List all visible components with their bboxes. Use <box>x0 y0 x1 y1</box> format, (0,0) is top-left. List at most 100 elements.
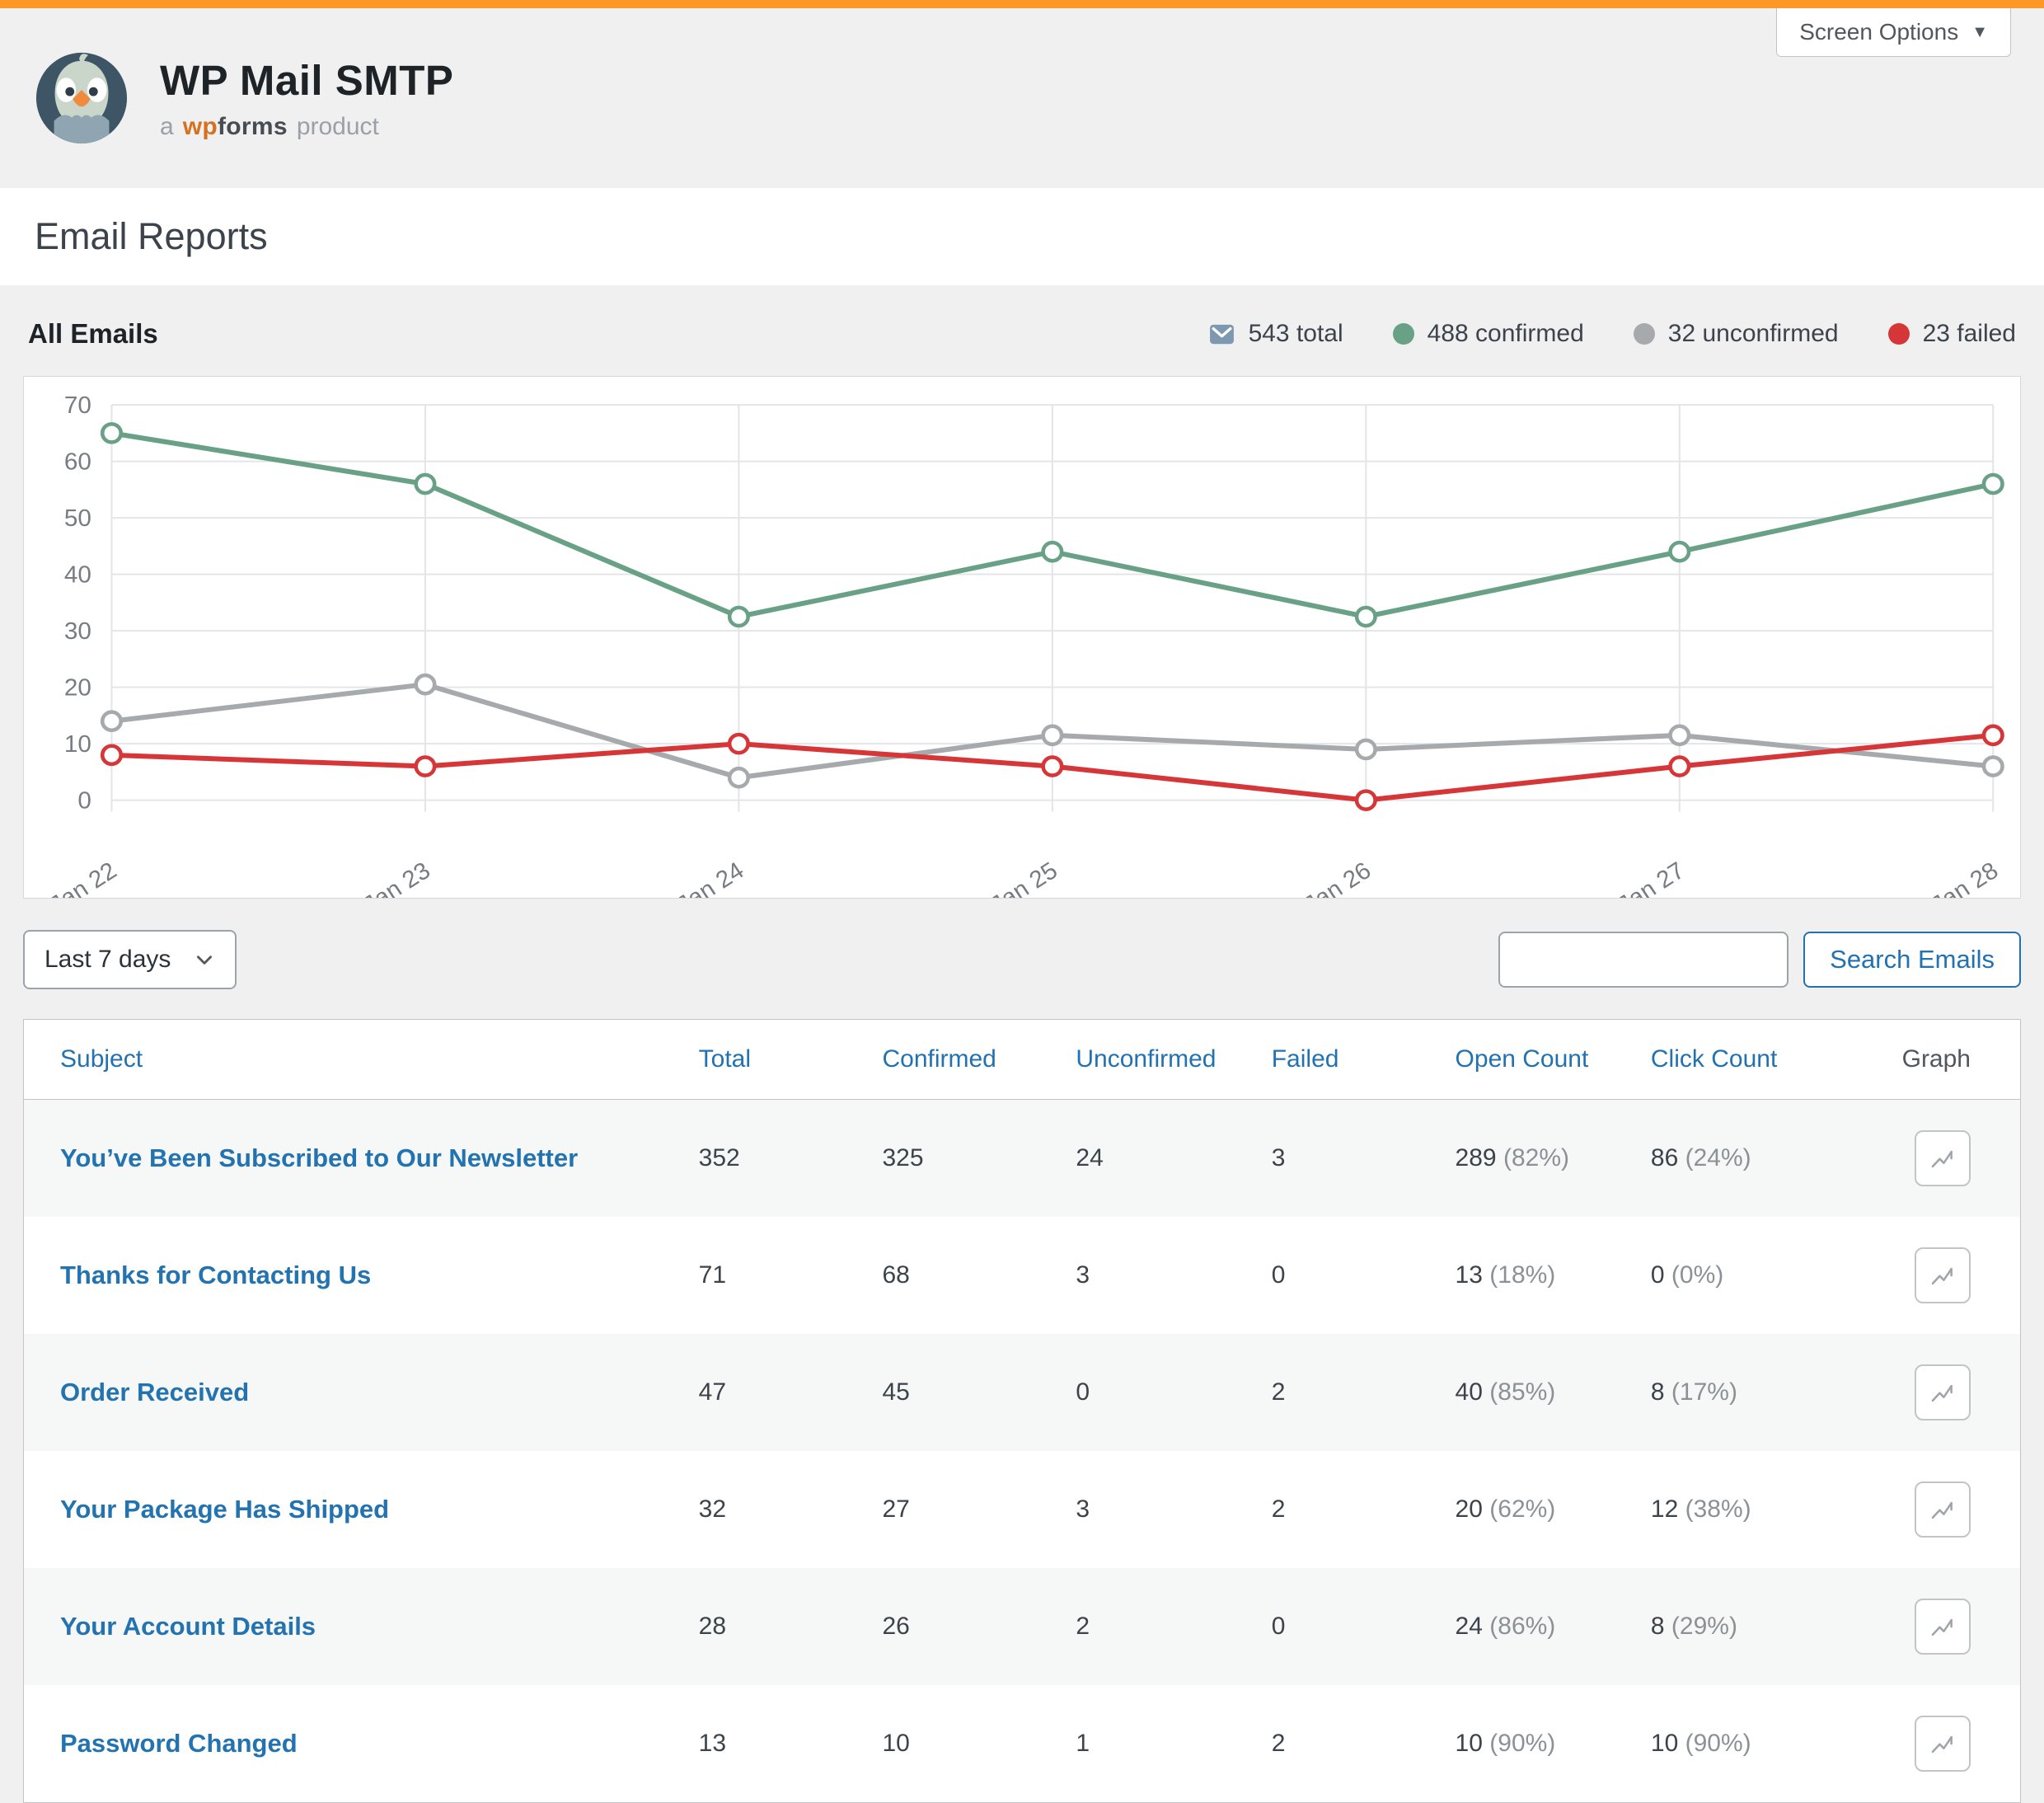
column-header-click_count: Click Count <box>1651 1020 1870 1100</box>
tagline-suffix: product <box>297 113 379 141</box>
search-input[interactable] <box>1498 932 1788 988</box>
sort-link-unconfirmed[interactable]: Unconfirmed <box>1076 1045 1216 1073</box>
click_count-cell: 8 (17%) <box>1651 1334 1870 1451</box>
wp-mail-smtp-logo <box>33 49 130 147</box>
confirmed-cell: 10 <box>882 1685 1076 1802</box>
legend-item: 543 total <box>1208 320 1343 348</box>
mini-graph-icon <box>1929 1613 1957 1641</box>
failed-cell: 2 <box>1272 1685 1456 1802</box>
email-subject-link[interactable]: Your Package Has Shipped <box>60 1495 389 1524</box>
top-accent-bar <box>0 0 2044 8</box>
svg-text:Jan 27: Jan 27 <box>1613 857 1690 898</box>
open_count-cell: 10 (90%) <box>1456 1685 1651 1802</box>
column-label-graph: Graph <box>1902 1045 1971 1073</box>
legend-dot-icon <box>1393 323 1414 345</box>
svg-text:40: 40 <box>64 561 91 589</box>
table-row: Order Received47450240 (85%)8 (17%) <box>24 1334 2020 1451</box>
open_count-cell: 289 (82%) <box>1456 1100 1651 1218</box>
sort-link-total[interactable]: Total <box>699 1045 751 1073</box>
total-cell: 13 <box>699 1685 883 1802</box>
envelope-icon <box>1208 321 1235 348</box>
wpforms-wordmark: wpforms <box>183 113 288 141</box>
column-header-unconfirmed: Unconfirmed <box>1076 1020 1271 1100</box>
section-title: All Emails <box>28 318 158 350</box>
unconfirmed-cell: 2 <box>1076 1568 1271 1685</box>
email-subject-link[interactable]: Order Received <box>60 1378 249 1406</box>
sort-link-confirmed[interactable]: Confirmed <box>882 1045 996 1073</box>
failed-cell: 0 <box>1272 1568 1456 1685</box>
pigeon-mascot-icon <box>33 49 130 147</box>
unconfirmed-cell: 3 <box>1076 1217 1271 1334</box>
table-row: Password Changed13101210 (90%)10 (90%) <box>24 1685 2020 1802</box>
email-reports-content: All Emails 543 total 488 confirmed 32 unco… <box>0 285 2044 1803</box>
screen-options-button[interactable]: Screen Options ▼ <box>1776 8 2011 57</box>
svg-text:10: 10 <box>64 730 91 758</box>
svg-text:Jan 23: Jan 23 <box>359 857 435 898</box>
legend-label: 23 failed <box>1923 320 2016 348</box>
failed-cell: 0 <box>1272 1217 1456 1334</box>
chart-legend: 543 total 488 confirmed 32 unconfirmed 23 f… <box>1208 320 2016 348</box>
graph-cell <box>1870 1451 2020 1568</box>
sort-link-open_count[interactable]: Open Count <box>1456 1045 1589 1073</box>
legend-item: 32 unconfirmed <box>1634 320 1839 348</box>
svg-text:60: 60 <box>64 448 91 476</box>
email-subject-link[interactable]: Password Changed <box>60 1729 298 1758</box>
open_count-cell: 20 (62%) <box>1456 1451 1651 1568</box>
mini-graph-icon <box>1929 1261 1957 1289</box>
legend-dot-icon <box>1634 323 1655 345</box>
svg-text:50: 50 <box>64 505 91 532</box>
legend-label: 488 confirmed <box>1428 320 1584 348</box>
table-row: Your Account Details28262024 (86%)8 (29%… <box>24 1568 2020 1685</box>
svg-text:70: 70 <box>64 392 91 419</box>
legend-item: 488 confirmed <box>1393 320 1584 348</box>
failed-cell: 3 <box>1272 1100 1456 1218</box>
svg-text:Jan 25: Jan 25 <box>986 857 1062 898</box>
total-cell: 28 <box>699 1568 883 1685</box>
table-header: Subject Total Confirmed Unconfirmed Failed Op… <box>24 1020 2020 1100</box>
svg-text:Jan 24: Jan 24 <box>673 857 749 898</box>
column-header-subject: Subject <box>24 1020 699 1100</box>
open_count-cell: 24 (86%) <box>1456 1568 1651 1685</box>
mini-graph-icon <box>1929 1730 1957 1758</box>
graph-button[interactable] <box>1915 1130 1971 1186</box>
unconfirmed-cell: 1 <box>1076 1685 1271 1802</box>
filter-row: Last 7 days Search Emails <box>23 930 2021 989</box>
sort-link-failed[interactable]: Failed <box>1272 1045 1339 1073</box>
total-cell: 47 <box>699 1334 883 1451</box>
email-subject-link[interactable]: Thanks for Contacting Us <box>60 1261 371 1289</box>
column-header-graph: Graph <box>1870 1020 2020 1100</box>
legend-dot-icon <box>1888 323 1910 345</box>
mini-graph-icon <box>1929 1144 1957 1172</box>
open_count-cell: 13 (18%) <box>1456 1217 1651 1334</box>
confirmed-cell: 26 <box>882 1568 1076 1685</box>
date-range-value: Last 7 days <box>45 946 171 974</box>
email-subject-link[interactable]: Your Account Details <box>60 1612 316 1641</box>
search-group: Search Emails <box>1498 932 2021 988</box>
click_count-cell: 12 (38%) <box>1651 1451 1870 1568</box>
graph-button[interactable] <box>1915 1364 1971 1420</box>
page-title: Email Reports <box>35 215 2009 258</box>
chevron-down-icon <box>194 949 215 970</box>
confirmed-cell: 45 <box>882 1334 1076 1451</box>
svg-text:Jan 22: Jan 22 <box>45 857 122 898</box>
email-subject-link[interactable]: You’ve Been Subscribed to Our Newsletter <box>60 1143 578 1172</box>
graph-button[interactable] <box>1915 1481 1971 1538</box>
search-emails-button[interactable]: Search Emails <box>1803 932 2021 988</box>
confirmed-cell: 27 <box>882 1451 1076 1568</box>
brand-text: WP Mail SMTP a wpforms product <box>160 56 453 141</box>
page-title-band: Email Reports <box>0 188 2044 285</box>
total-cell: 71 <box>699 1217 883 1334</box>
total-cell: 352 <box>699 1100 883 1218</box>
open_count-cell: 40 (85%) <box>1456 1334 1651 1451</box>
graph-button[interactable] <box>1915 1716 1971 1772</box>
date-range-select[interactable]: Last 7 days <box>23 930 237 989</box>
app-tagline: a wpforms product <box>160 113 453 141</box>
failed-cell: 2 <box>1272 1334 1456 1451</box>
graph-button[interactable] <box>1915 1247 1971 1303</box>
column-header-failed: Failed <box>1272 1020 1456 1100</box>
unconfirmed-cell: 3 <box>1076 1451 1271 1568</box>
failed-cell: 2 <box>1272 1451 1456 1568</box>
graph-button[interactable] <box>1915 1599 1971 1655</box>
sort-link-click_count[interactable]: Click Count <box>1651 1045 1777 1073</box>
sort-link-subject[interactable]: Subject <box>60 1045 143 1073</box>
